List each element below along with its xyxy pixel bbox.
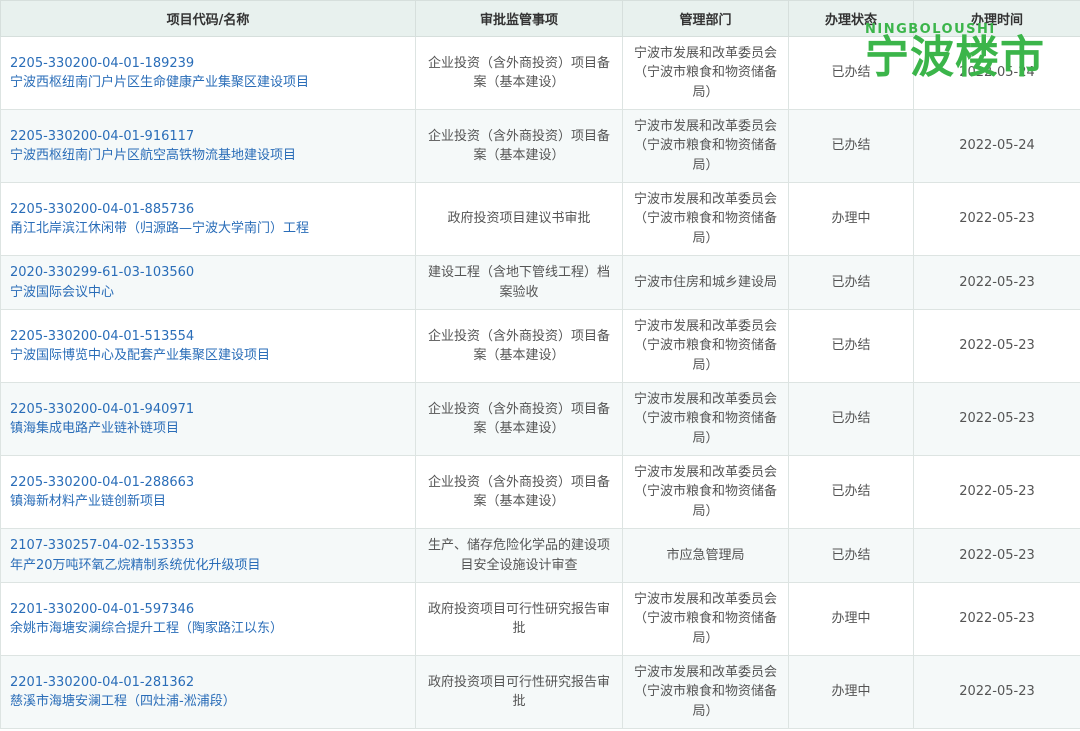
project-name-link[interactable]: 宁波国际会议中心: [10, 283, 409, 303]
department: 宁波市住房和城乡建设局: [622, 255, 789, 310]
approval-item: 生产、储存危险化学品的建设项目安全设施设计审查: [415, 528, 623, 583]
table-body: 2205-330200-04-01-189239 宁波西枢纽南门户片区生命健康产业…: [0, 36, 1080, 729]
table-row: 2107-330257-04-02-153353 年产20万吨环氧乙烷精制系统优化…: [0, 528, 1080, 583]
project-cell: 2205-330200-04-01-885736 甬江北岸滨江休闲带（归源路—宁波…: [0, 182, 416, 256]
project-name-link[interactable]: 年产20万吨环氧乙烷精制系统优化升级项目: [10, 556, 409, 576]
department: 宁波市发展和改革委员会（宁波市粮食和物资储备局）: [622, 655, 789, 729]
status-text: 已办结: [788, 528, 914, 583]
table-row: 2201-330200-04-01-281362 慈溪市海塘安澜工程（四灶浦-淞浦…: [0, 655, 1080, 729]
project-cell: 2107-330257-04-02-153353 年产20万吨环氧乙烷精制系统优化…: [0, 528, 416, 583]
approval-table: 项目代码/名称 审批监管事项 管理部门 办理状态 办理时间 2205-33020…: [0, 0, 1080, 729]
table-header-row: 项目代码/名称 审批监管事项 管理部门 办理状态 办理时间: [0, 0, 1080, 37]
process-date: 2022-05-23: [913, 655, 1080, 729]
project-code-link[interactable]: 2205-330200-04-01-885736: [10, 200, 409, 220]
project-code-link[interactable]: 2205-330200-04-01-940971: [10, 400, 409, 420]
process-date: 2022-05-24: [913, 36, 1080, 110]
project-cell: 2205-330200-04-01-940971 镇海集成电路产业链补链项目: [0, 382, 416, 456]
status-text: 已办结: [788, 255, 914, 310]
table-row: 2201-330200-04-01-597346 余姚市海塘安澜综合提升工程（陶家…: [0, 582, 1080, 656]
status-text: 办理中: [788, 582, 914, 656]
header-project: 项目代码/名称: [0, 0, 416, 37]
approval-item: 企业投资（含外商投资）项目备案（基本建设）: [415, 36, 623, 110]
header-item: 审批监管事项: [415, 0, 623, 37]
department: 宁波市发展和改革委员会（宁波市粮食和物资储备局）: [622, 36, 789, 110]
header-dept: 管理部门: [622, 0, 789, 37]
status-text: 已办结: [788, 309, 914, 383]
status-text: 办理中: [788, 655, 914, 729]
project-name-link[interactable]: 镇海新材料产业链创新项目: [10, 492, 409, 512]
status-text: 已办结: [788, 382, 914, 456]
department: 宁波市发展和改革委员会（宁波市粮食和物资储备局）: [622, 382, 789, 456]
table-row: 2205-330200-04-01-288663 镇海新材料产业链创新项目 企业投资…: [0, 455, 1080, 529]
project-name-link[interactable]: 慈溪市海塘安澜工程（四灶浦-淞浦段）: [10, 692, 409, 712]
department: 宁波市发展和改革委员会（宁波市粮食和物资储备局）: [622, 109, 789, 183]
table-row: 2205-330200-04-01-916117 宁波西枢纽南门户片区航空高铁物流…: [0, 109, 1080, 183]
project-name-link[interactable]: 宁波西枢纽南门户片区航空高铁物流基地建设项目: [10, 146, 409, 166]
approval-item: 政府投资项目可行性研究报告审批: [415, 655, 623, 729]
project-name-link[interactable]: 镇海集成电路产业链补链项目: [10, 419, 409, 439]
header-status: 办理状态: [788, 0, 914, 37]
project-cell: 2205-330200-04-01-288663 镇海新材料产业链创新项目: [0, 455, 416, 529]
project-name-link[interactable]: 宁波国际博览中心及配套产业集聚区建设项目: [10, 346, 409, 366]
status-text: 已办结: [788, 36, 914, 110]
approval-item: 企业投资（含外商投资）项目备案（基本建设）: [415, 309, 623, 383]
table-row: 2205-330200-04-01-885736 甬江北岸滨江休闲带（归源路—宁波…: [0, 182, 1080, 256]
project-cell: 2205-330200-04-01-513554 宁波国际博览中心及配套产业集聚区…: [0, 309, 416, 383]
approval-item: 企业投资（含外商投资）项目备案（基本建设）: [415, 109, 623, 183]
department: 市应急管理局: [622, 528, 789, 583]
department: 宁波市发展和改革委员会（宁波市粮食和物资储备局）: [622, 455, 789, 529]
approval-item: 政府投资项目可行性研究报告审批: [415, 582, 623, 656]
project-code-link[interactable]: 2205-330200-04-01-513554: [10, 327, 409, 347]
process-date: 2022-05-23: [913, 309, 1080, 383]
project-code-link[interactable]: 2201-330200-04-01-281362: [10, 673, 409, 693]
project-name-link[interactable]: 宁波西枢纽南门户片区生命健康产业集聚区建设项目: [10, 73, 409, 93]
department: 宁波市发展和改革委员会（宁波市粮食和物资储备局）: [622, 582, 789, 656]
project-cell: 2201-330200-04-01-597346 余姚市海塘安澜综合提升工程（陶家…: [0, 582, 416, 656]
header-date: 办理时间: [913, 0, 1080, 37]
approval-item: 企业投资（含外商投资）项目备案（基本建设）: [415, 382, 623, 456]
process-date: 2022-05-23: [913, 255, 1080, 310]
process-date: 2022-05-23: [913, 528, 1080, 583]
status-text: 已办结: [788, 109, 914, 183]
process-date: 2022-05-23: [913, 382, 1080, 456]
status-text: 办理中: [788, 182, 914, 256]
project-code-link[interactable]: 2205-330200-04-01-916117: [10, 127, 409, 147]
department: 宁波市发展和改革委员会（宁波市粮食和物资储备局）: [622, 309, 789, 383]
project-code-link[interactable]: 2205-330200-04-01-189239: [10, 54, 409, 74]
project-cell: 2205-330200-04-01-189239 宁波西枢纽南门户片区生命健康产业…: [0, 36, 416, 110]
project-cell: 2020-330299-61-03-103560 宁波国际会议中心: [0, 255, 416, 310]
process-date: 2022-05-23: [913, 455, 1080, 529]
process-date: 2022-05-23: [913, 582, 1080, 656]
project-cell: 2201-330200-04-01-281362 慈溪市海塘安澜工程（四灶浦-淞浦…: [0, 655, 416, 729]
department: 宁波市发展和改革委员会（宁波市粮食和物资储备局）: [622, 182, 789, 256]
project-name-link[interactable]: 甬江北岸滨江休闲带（归源路—宁波大学南门）工程: [10, 219, 409, 239]
table-row: 2205-330200-04-01-189239 宁波西枢纽南门户片区生命健康产业…: [0, 36, 1080, 110]
approval-item: 政府投资项目建议书审批: [415, 182, 623, 256]
table-row: 2205-330200-04-01-513554 宁波国际博览中心及配套产业集聚区…: [0, 309, 1080, 383]
status-text: 已办结: [788, 455, 914, 529]
process-date: 2022-05-23: [913, 182, 1080, 256]
project-code-link[interactable]: 2020-330299-61-03-103560: [10, 263, 409, 283]
process-date: 2022-05-24: [913, 109, 1080, 183]
project-cell: 2205-330200-04-01-916117 宁波西枢纽南门户片区航空高铁物流…: [0, 109, 416, 183]
approval-item: 建设工程（含地下管线工程）档案验收: [415, 255, 623, 310]
project-code-link[interactable]: 2201-330200-04-01-597346: [10, 600, 409, 620]
table-row: 2205-330200-04-01-940971 镇海集成电路产业链补链项目 企业投…: [0, 382, 1080, 456]
approval-item: 企业投资（含外商投资）项目备案（基本建设）: [415, 455, 623, 529]
project-code-link[interactable]: 2205-330200-04-01-288663: [10, 473, 409, 493]
project-name-link[interactable]: 余姚市海塘安澜综合提升工程（陶家路江以东）: [10, 619, 409, 639]
table-row: 2020-330299-61-03-103560 宁波国际会议中心 建设工程（含地下…: [0, 255, 1080, 310]
project-code-link[interactable]: 2107-330257-04-02-153353: [10, 536, 409, 556]
